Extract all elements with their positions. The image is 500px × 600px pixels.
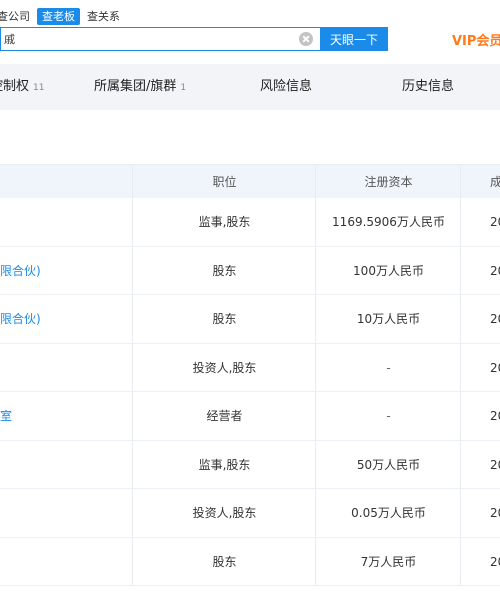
search-tab-boss[interactable]: 查老板 (37, 8, 80, 25)
date-cell: 20 (460, 440, 500, 489)
table-row[interactable]: 监事,股东 50万人民币 20 (0, 440, 500, 489)
position-cell: 监事,股东 (132, 198, 316, 246)
company-name-link[interactable] (0, 489, 132, 537)
capital-cell: 50万人民币 (315, 440, 461, 489)
position-cell: 监事,股东 (132, 440, 316, 489)
company-name-link[interactable]: 室 (0, 392, 132, 440)
company-name-link[interactable]: 限合伙) (0, 295, 132, 343)
column-header-capital: 注册资本 (315, 165, 461, 199)
company-name-link[interactable] (0, 538, 132, 586)
search-input[interactable] (1, 28, 294, 50)
table-row[interactable]: 限合伙) 股东 10万人民币 20 (0, 295, 500, 344)
date-cell: 20 (460, 295, 500, 343)
capital-cell: - (315, 392, 461, 440)
capital-cell: 7万人民币 (315, 537, 461, 586)
column-header-position: 职位 (132, 165, 316, 199)
date-cell: 20 (460, 246, 500, 295)
capital-cell: 0.05万人民币 (315, 489, 461, 537)
column-header-name (0, 165, 132, 199)
company-name-link[interactable] (0, 198, 132, 246)
section-nav: 控制权11 所属集团/旗群1 风险信息 历史信息 (0, 64, 500, 110)
capital-cell: 100万人民币 (315, 246, 461, 295)
company-table: 职位 注册资本 成 监事,股东 1169.5906万人民币 20 限合伙) 股东… (0, 164, 500, 586)
position-cell: 投资人,股东 (132, 489, 316, 537)
nav-item-label: 风险信息 (260, 79, 313, 94)
capital-cell: 1169.5906万人民币 (315, 198, 461, 246)
clear-icon[interactable] (299, 32, 313, 46)
date-cell: 20 (460, 343, 500, 392)
nav-item-group[interactable]: 所属集团/旗群 1 (94, 64, 186, 110)
date-cell: 20 (460, 489, 500, 537)
capital-cell: 10万人民币 (315, 295, 461, 343)
date-cell: 20 (460, 198, 500, 246)
search-tab-company[interactable]: 查公司 (0, 8, 35, 25)
table-row[interactable]: 投资人,股东 - 20 (0, 343, 500, 392)
column-header-date: 成 (460, 165, 500, 199)
position-cell: 股东 (132, 537, 316, 586)
date-cell: 20 (460, 537, 500, 586)
position-cell: 经营者 (132, 392, 316, 440)
company-name-link[interactable]: 限合伙) (0, 247, 132, 295)
table-row[interactable]: 限合伙) 股东 100万人民币 20 (0, 246, 500, 295)
company-name-link[interactable] (0, 441, 132, 489)
date-cell: 20 (460, 392, 500, 440)
nav-item-count: 11 (33, 83, 45, 93)
position-cell: 股东 (132, 295, 316, 343)
position-cell: 股东 (132, 246, 316, 295)
search-box (0, 27, 320, 51)
company-name-link[interactable] (0, 344, 132, 392)
vip-badge[interactable]: VIP会员 (452, 30, 500, 49)
table-row[interactable]: 投资人,股东 0.05万人民币 20 (0, 489, 500, 538)
table-header: 职位 注册资本 成 (0, 164, 500, 199)
position-cell: 投资人,股东 (132, 343, 316, 392)
table-row[interactable]: 室 经营者 - 20 (0, 392, 500, 441)
table-row[interactable]: 监事,股东 1169.5906万人民币 20 (0, 198, 500, 247)
capital-cell: - (315, 343, 461, 392)
nav-item-count: 1 (180, 83, 187, 93)
header: 查公司 查老板 查关系 天眼一下 VIP会员 (0, 0, 500, 64)
search-tab-relation[interactable]: 查关系 (82, 8, 125, 25)
nav-item-label: 所属集团/旗群 (94, 79, 177, 94)
nav-item-history[interactable]: 历史信息 (402, 64, 454, 110)
search-tabs: 查公司 查老板 查关系 (0, 8, 125, 25)
nav-item-label: 历史信息 (402, 79, 455, 94)
nav-item-label: 控制权 (0, 79, 30, 94)
nav-item-risk[interactable]: 风险信息 (260, 64, 312, 110)
search-button[interactable]: 天眼一下 (320, 27, 388, 51)
nav-item-control[interactable]: 控制权11 (0, 64, 44, 110)
table-row[interactable]: 股东 7万人民币 20 (0, 537, 500, 586)
